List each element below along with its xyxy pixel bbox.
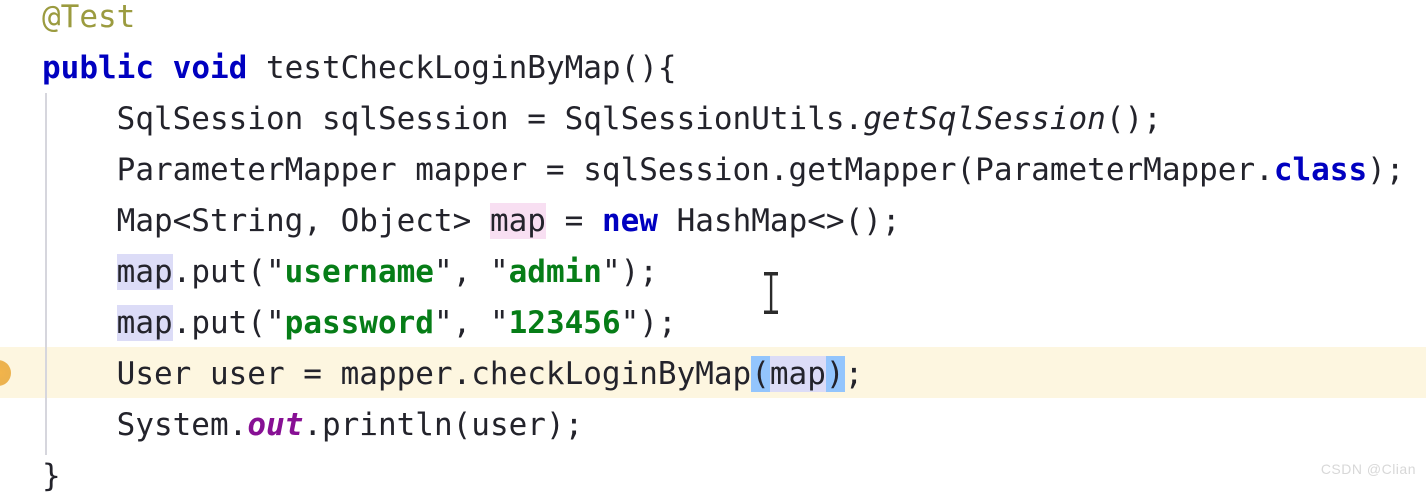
mapper-declaration: ParameterMapper mapper = sqlSession.getM…: [116, 152, 1274, 188]
comma: ,: [452, 254, 490, 290]
code-line-7[interactable]: map.put("password", "123456");: [42, 298, 677, 349]
method-call-getsqlsession: getSqlSession: [863, 101, 1106, 137]
matching-paren-close-highlight: ): [825, 356, 845, 392]
watermark: CSDN @Clian: [1320, 461, 1416, 477]
quote-open: ": [489, 254, 509, 290]
code-line-1[interactable]: @Test: [42, 0, 135, 43]
method-signature: testCheckLoginByMap(){: [265, 50, 677, 86]
statement-tail: );: [620, 254, 658, 290]
variable-map-read-highlight: map: [116, 254, 173, 290]
map-type-declaration: Map<String, Object>: [116, 203, 490, 239]
string-username: username: [284, 254, 434, 290]
quote-open: ": [489, 305, 509, 341]
keyword-class: class: [1273, 152, 1368, 188]
variable-map-write-highlight: map: [489, 203, 546, 239]
code-line-5[interactable]: Map<String, Object> map = new HashMap<>(…: [42, 196, 901, 247]
code-line-4[interactable]: ParameterMapper mapper = sqlSession.getM…: [42, 145, 1405, 196]
sqlsession-declaration: SqlSession sqlSession = SqlSessionUtils.: [116, 101, 864, 137]
quote-close: ": [601, 254, 621, 290]
variable-map-read-highlight: map: [116, 305, 173, 341]
comma: ,: [452, 305, 490, 341]
argument-map-highlight: map: [769, 356, 826, 392]
hashmap-instantiation: HashMap<>();: [657, 203, 901, 239]
annotation-test: @Test: [42, 0, 136, 35]
statement-tail: );: [1367, 152, 1405, 188]
put-call: .put(: [172, 254, 266, 290]
quote-open: ": [265, 254, 285, 290]
keyword-public: public: [42, 50, 154, 86]
code-line-3[interactable]: SqlSession sqlSession = SqlSessionUtils.…: [42, 94, 1162, 145]
assign-operator: =: [545, 203, 602, 239]
static-field-out: out: [247, 407, 304, 443]
quote-close: ": [433, 305, 453, 341]
string-admin: admin: [508, 254, 602, 290]
code-editor[interactable]: @Test public void testCheckLoginByMap(){…: [0, 0, 1426, 501]
statement-tail: ;: [844, 356, 864, 392]
quote-close: ": [433, 254, 453, 290]
text-ibeam-cursor-icon: [763, 271, 779, 315]
quote-open: ": [265, 305, 285, 341]
string-123456: 123456: [508, 305, 621, 341]
put-call: .put(: [172, 305, 266, 341]
code-line-10[interactable]: }: [42, 451, 61, 501]
matching-paren-open-highlight: (: [751, 356, 770, 392]
code-line-9[interactable]: System.out.println(user);: [42, 400, 584, 451]
user-declaration: User user = mapper.checkLoginByMap: [116, 356, 752, 392]
println-call: .println(user);: [303, 407, 584, 443]
code-line-6[interactable]: map.put("username", "admin");: [42, 247, 658, 298]
string-password: password: [284, 305, 434, 341]
keyword-void: void: [172, 50, 248, 86]
code-line-8[interactable]: User user = mapper.checkLoginByMap(map);: [42, 349, 863, 400]
statement-tail: );: [639, 305, 677, 341]
code-line-2[interactable]: public void testCheckLoginByMap(){: [42, 43, 677, 94]
closing-brace: }: [42, 458, 61, 494]
system-object: System.: [116, 407, 248, 443]
statement-tail: ();: [1105, 101, 1162, 137]
quote-close: ": [620, 305, 640, 341]
keyword-new: new: [601, 203, 658, 239]
